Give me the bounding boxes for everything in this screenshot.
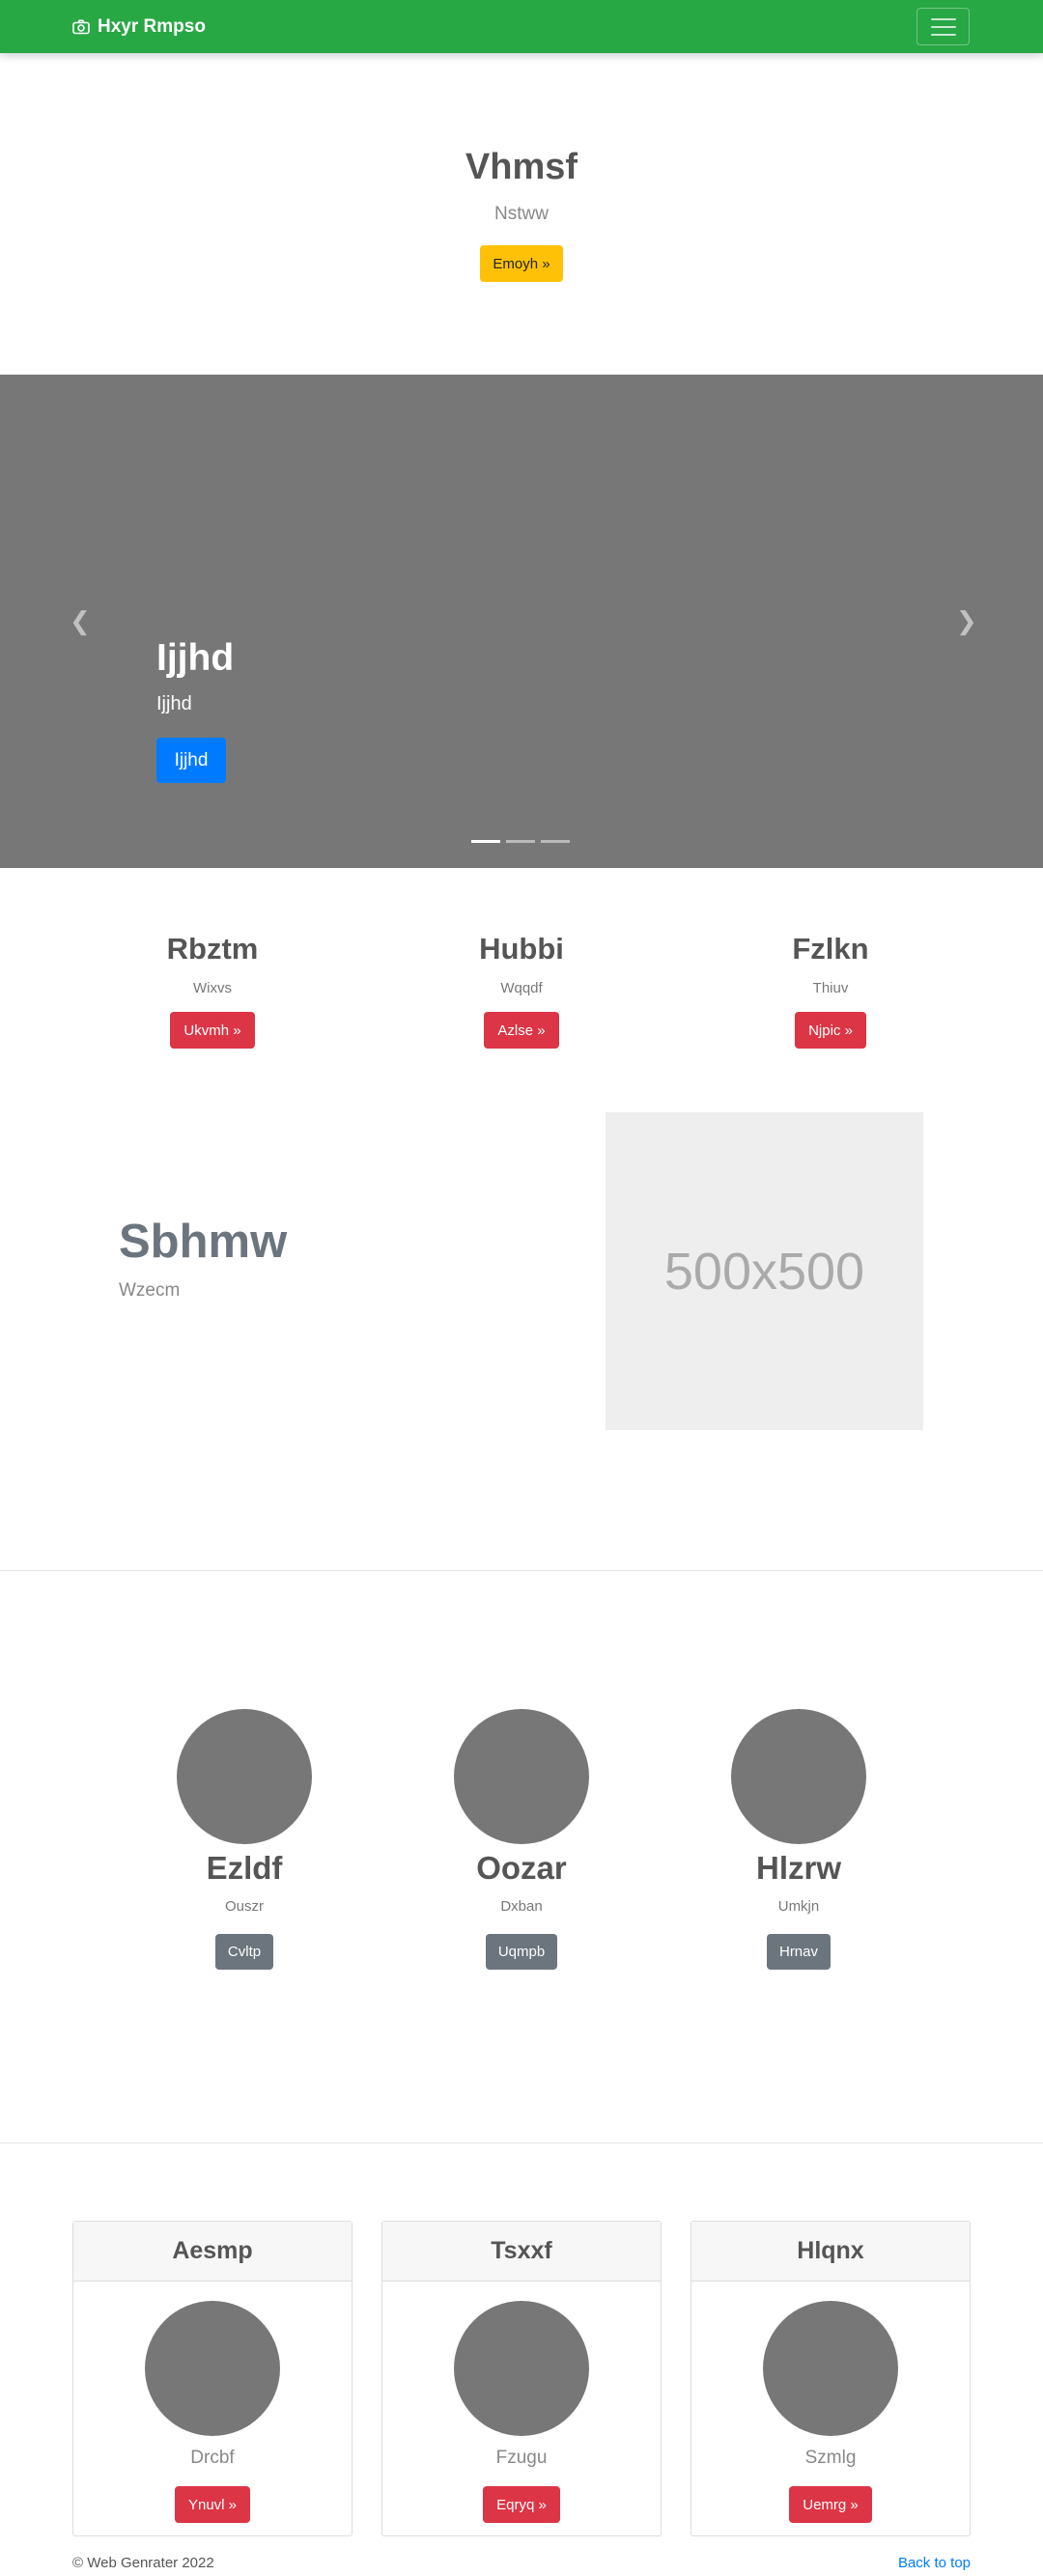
team-member-button[interactable]: Uqmpb xyxy=(485,1934,558,1970)
card-header: Tsxxf xyxy=(382,2222,661,2282)
team-member-role: Umkjn xyxy=(777,1898,820,1915)
carousel-next-icon[interactable]: ❯ xyxy=(956,606,977,636)
column-button[interactable]: Azlse » xyxy=(484,1012,559,1049)
avatar xyxy=(454,2301,589,2436)
carousel-indicator[interactable] xyxy=(506,840,535,843)
section-divider xyxy=(0,1570,1043,1571)
avatar xyxy=(731,1709,866,1844)
avatar xyxy=(454,1709,589,1844)
navbar-brand[interactable]: Hxyr Rmpso xyxy=(72,14,206,40)
feature-subtitle: Wzecm xyxy=(119,1280,181,1301)
placeholder-image: 500x500 xyxy=(606,1112,923,1430)
carousel-indicator[interactable] xyxy=(471,840,500,843)
feature-title: Sbhmw xyxy=(119,1216,288,1268)
camera-icon xyxy=(72,19,90,35)
hero-button[interactable]: Emoyh » xyxy=(480,245,563,282)
card: Hlqnx Szmlg Uemrg » xyxy=(691,2221,971,2536)
info-column: Fzlkn Thiuv Njpic » xyxy=(657,932,1004,1049)
avatar xyxy=(763,2301,898,2436)
navbar: Hxyr Rmpso xyxy=(0,0,1043,53)
column-text: Wqqdf xyxy=(500,980,543,996)
avatar xyxy=(177,1709,312,1844)
card-header: Hlqnx xyxy=(691,2222,970,2282)
info-column: Hubbi Wqqdf Azlse » xyxy=(348,932,695,1049)
avatar xyxy=(145,2301,280,2436)
back-to-top-link[interactable]: Back to top xyxy=(898,2555,971,2571)
card-name: Szmlg xyxy=(804,2448,857,2468)
card: Tsxxf Fzugu Eqryq » xyxy=(381,2221,662,2536)
hero-title: Vhmsf xyxy=(465,147,578,187)
carousel-button[interactable]: Ijjhd xyxy=(156,738,226,783)
carousel: ❮ ❯ Ijjhd Ijjhd Ijjhd xyxy=(0,375,1043,868)
hamburger-icon-line xyxy=(930,25,956,28)
column-button[interactable]: Ukvmh » xyxy=(170,1012,255,1049)
card-body: Szmlg Uemrg » xyxy=(691,2282,970,2523)
card-body: Drcbf Ynuvl » xyxy=(73,2282,352,2523)
hamburger-icon-line xyxy=(930,33,956,36)
column-title: Rbztm xyxy=(166,932,259,966)
column-text: Thiuv xyxy=(812,980,849,996)
card-button[interactable]: Eqryq » xyxy=(483,2486,560,2523)
hero-subtitle: Nstww xyxy=(494,204,549,224)
team-member: Hlzrw Umkjn Hrnav xyxy=(625,1709,973,1970)
section-divider xyxy=(0,2142,1043,2143)
carousel-indicator[interactable] xyxy=(541,840,570,843)
info-column: Rbztm Wixvs Ukvmh » xyxy=(39,932,386,1049)
team-member-button[interactable]: Cvltp xyxy=(214,1934,274,1970)
card-button[interactable]: Uemrg » xyxy=(789,2486,872,2523)
carousel-indicators xyxy=(471,840,570,843)
column-title: Hubbi xyxy=(479,932,564,966)
card: Aesmp Drcbf Ynuvl » xyxy=(72,2221,352,2536)
footer-copyright: © Web Genrater 2022 xyxy=(72,2555,214,2571)
column-button[interactable]: Njpic » xyxy=(795,1012,866,1049)
hamburger-icon-line xyxy=(930,17,956,20)
card-name: Drcbf xyxy=(190,2448,235,2468)
team-member-button[interactable]: Hrnav xyxy=(766,1934,831,1970)
card-header: Aesmp xyxy=(73,2222,352,2282)
team-member-name: Hlzrw xyxy=(755,1850,841,1886)
brand-label: Hxyr Rmpso xyxy=(98,16,206,37)
carousel-prev-icon[interactable]: ❮ xyxy=(70,606,91,636)
navbar-toggler-button[interactable] xyxy=(916,8,970,45)
column-title: Fzlkn xyxy=(792,932,869,966)
card-button[interactable]: Ynuvl » xyxy=(174,2486,251,2523)
card-body: Fzugu Eqryq » xyxy=(382,2282,661,2523)
column-text: Wixvs xyxy=(193,980,232,996)
placeholder-image-label: 500x500 xyxy=(663,1242,865,1301)
card-name: Fzugu xyxy=(495,2448,548,2468)
carousel-caption-text: Ijjhd xyxy=(156,693,192,714)
carousel-caption-title: Ijjhd xyxy=(156,637,235,679)
